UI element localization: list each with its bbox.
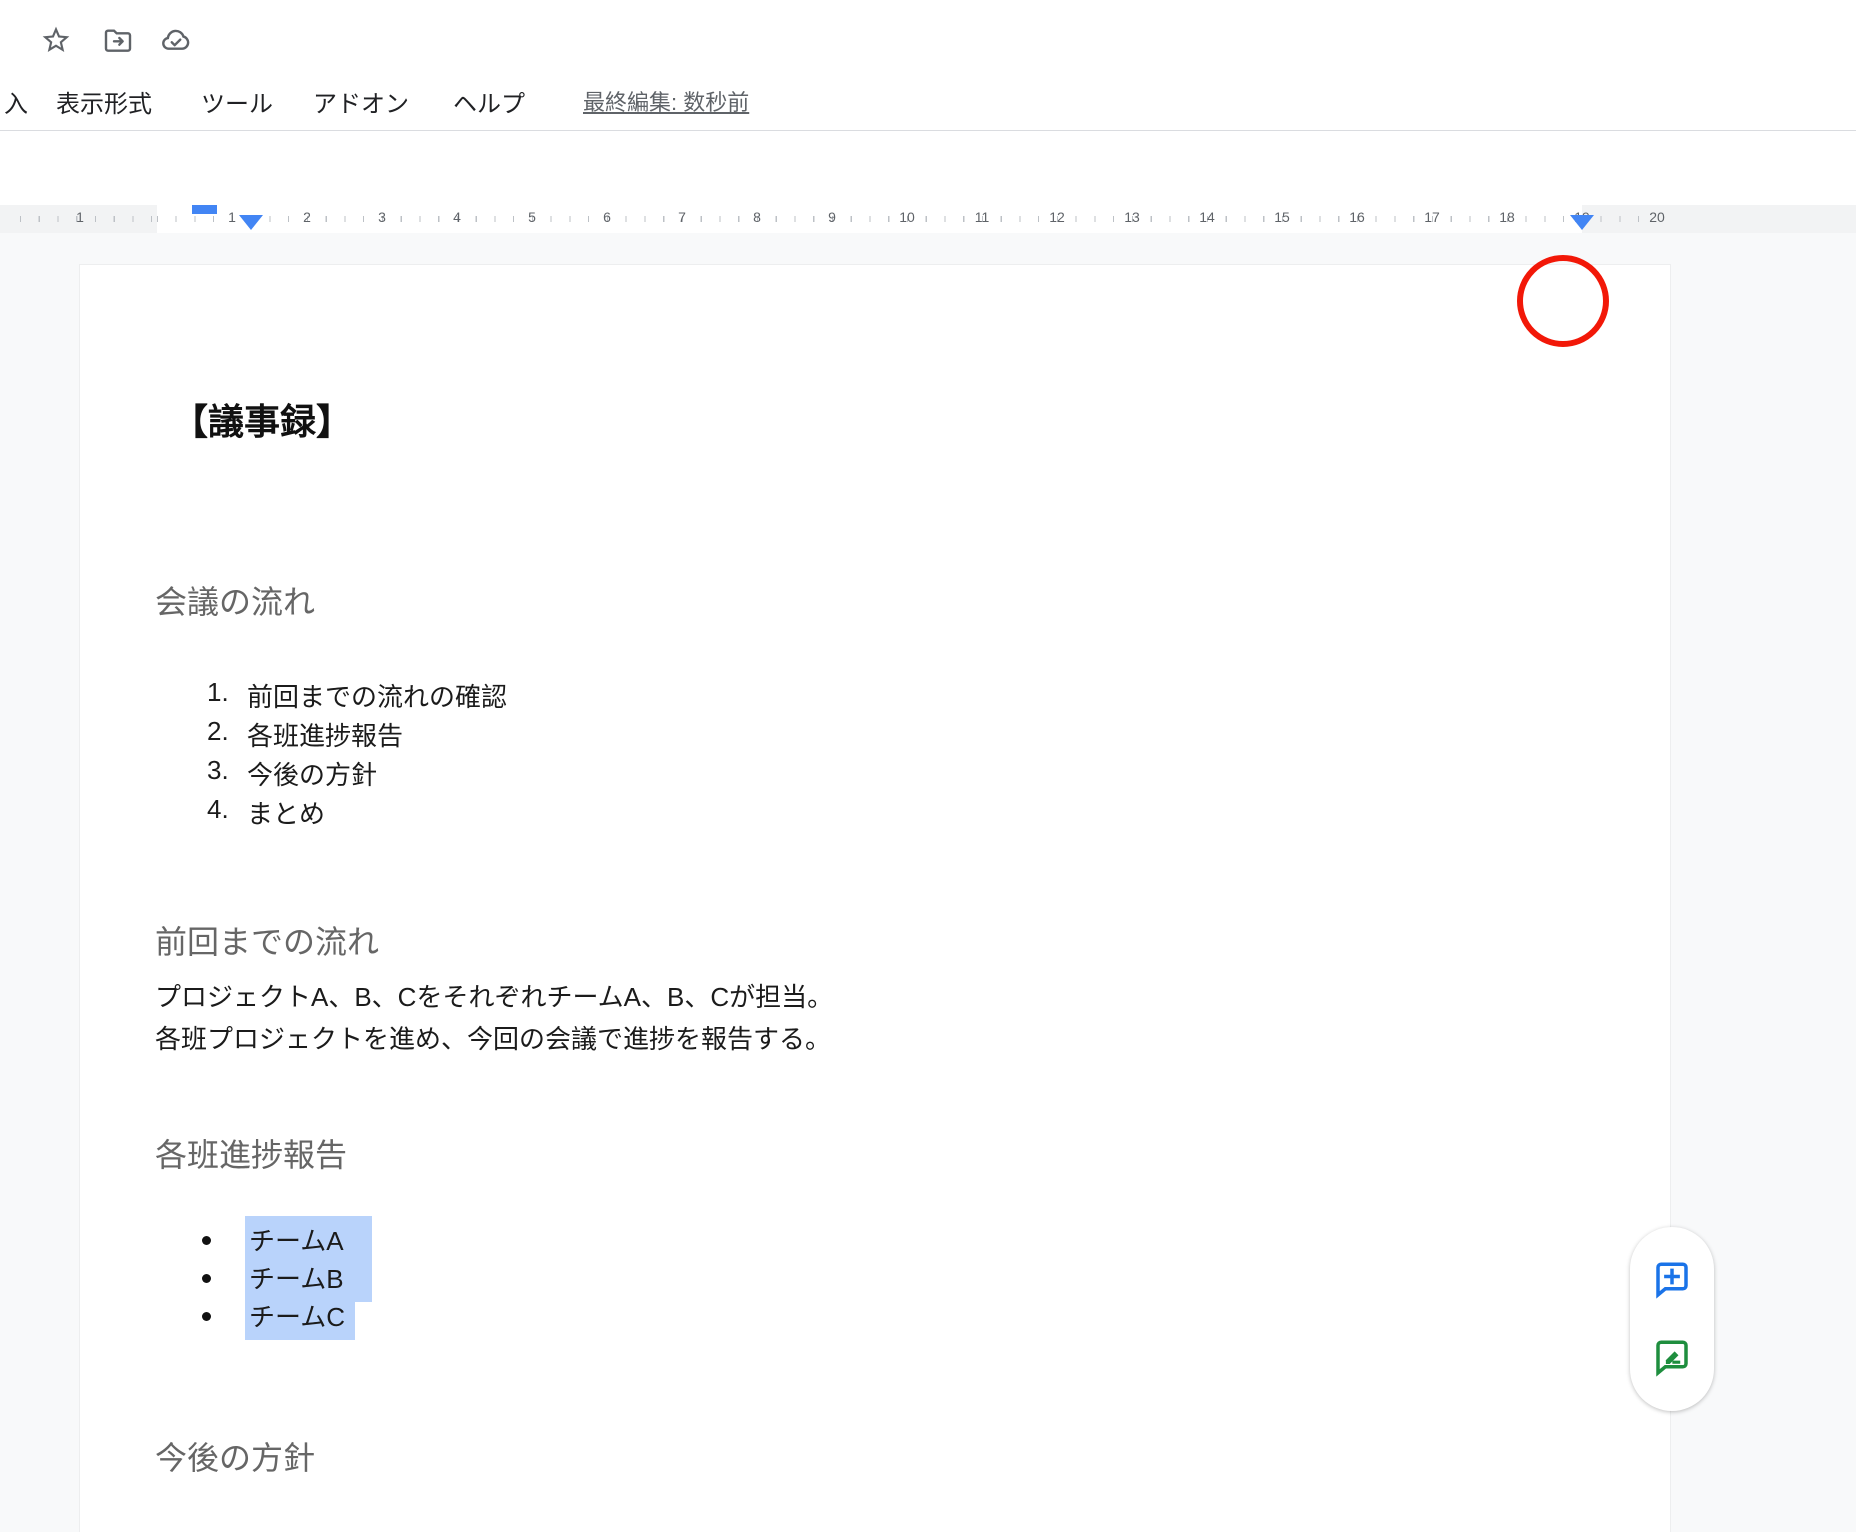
bullet-icon xyxy=(202,1236,211,1245)
add-comment-float-button[interactable] xyxy=(1651,1259,1693,1301)
list-item[interactable]: チームC xyxy=(202,1296,355,1336)
ruler[interactable]: 1 1 2 3 4 5 6 7 8 9 10 11 12 13 14 15 16… xyxy=(0,205,1856,233)
heading-progress-report[interactable]: 各班進捗報告 xyxy=(155,1130,347,1176)
list-item[interactable]: 3. 今後の方針 xyxy=(207,755,377,792)
right-indent-marker[interactable] xyxy=(1570,215,1594,230)
star-icon[interactable] xyxy=(40,24,72,56)
heading-previous-flow[interactable]: 前回までの流れ xyxy=(155,917,379,963)
suggest-edits-button[interactable] xyxy=(1651,1337,1693,1379)
heading-future-policy[interactable]: 今後の方針 xyxy=(155,1433,315,1479)
add-comment-icon xyxy=(1651,1259,1693,1301)
floating-action-capsule xyxy=(1630,1227,1714,1411)
titlebar: 入 表示形式 ツール アドオン ヘルプ 最終編集: 数秒前 xyxy=(0,0,1856,130)
left-indent-marker[interactable] xyxy=(239,215,263,230)
bullet-icon xyxy=(202,1274,211,1283)
list-item[interactable]: 4. まとめ xyxy=(207,794,325,831)
cloud-check-icon xyxy=(160,24,192,56)
list-item[interactable]: 2. 各班進捗報告 xyxy=(207,716,403,753)
document-page[interactable]: 【議事録】 会議の流れ 1. 前回までの流れの確認 2. 各班進捗報告 3. 今… xyxy=(80,265,1670,1532)
heading-meeting-flow[interactable]: 会議の流れ xyxy=(155,577,315,623)
menubar: 入 表示形式 ツール アドオン ヘルプ 最終編集: 数秒前 xyxy=(0,84,1856,118)
menu-tools[interactable]: ツール xyxy=(201,84,273,119)
suggest-edit-icon xyxy=(1651,1337,1693,1379)
doc-title[interactable]: 【議事録】 xyxy=(172,393,352,445)
last-edit-link[interactable]: 最終編集: 数秒前 xyxy=(583,85,749,117)
first-line-indent-marker[interactable] xyxy=(192,205,217,214)
toolbar: 標準テキス... Arial − 11 + B I U A xyxy=(0,131,1856,204)
ruler-margin-number: 1 xyxy=(76,209,84,225)
bullet-icon xyxy=(202,1312,211,1321)
menu-addons[interactable]: アドオン xyxy=(313,84,409,119)
selected-text: チームC xyxy=(245,1292,355,1340)
list-item[interactable]: 1. 前回までの流れの確認 xyxy=(207,677,507,714)
document-canvas: 【議事録】 会議の流れ 1. 前回までの流れの確認 2. 各班進捗報告 3. 今… xyxy=(0,233,1856,1532)
move-folder-icon[interactable] xyxy=(102,24,134,56)
paragraph-line[interactable]: プロジェクトA、B、CをそれぞれチームA、B、Cが担当。 xyxy=(155,977,833,1014)
paragraph-line[interactable]: 各班プロジェクトを進め、今回の会議で進捗を報告する。 xyxy=(155,1019,831,1056)
menu-help[interactable]: ヘルプ xyxy=(453,84,525,119)
menu-format[interactable]: 表示形式 xyxy=(56,84,152,119)
menu-insert-partial[interactable]: 入 xyxy=(4,84,28,119)
